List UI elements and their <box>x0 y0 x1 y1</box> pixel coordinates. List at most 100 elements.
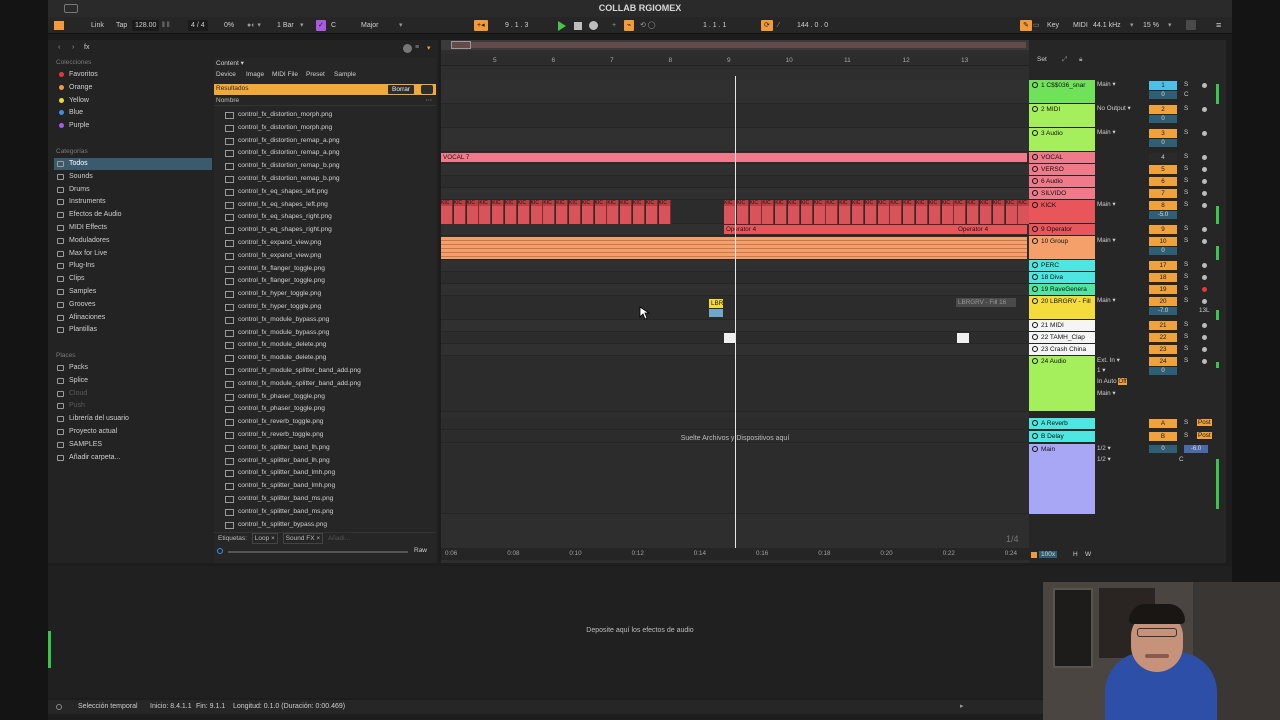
stop-button[interactable] <box>574 20 582 31</box>
kick-clip[interactable]: KIC <box>633 200 645 224</box>
loop-length-field[interactable]: 144 . 0 . 0 <box>797 20 828 31</box>
time-ruler[interactable]: 0:06 0:08 0:10 0:12 0:14 0:16 0:18 0:20 0:22 0:24 <box>441 548 1029 560</box>
link-button[interactable]: Link <box>91 20 104 31</box>
kick-clip[interactable]: KIC <box>864 200 877 224</box>
track-activator-icon[interactable] <box>1032 154 1038 160</box>
solo-button[interactable]: S <box>1184 345 1188 352</box>
track-header-19-ravegenera[interactable]: 19 RaveGenera <box>1029 284 1095 295</box>
filter-tab-image[interactable]: Image <box>246 70 264 80</box>
collection-blue[interactable]: Blue <box>54 107 212 119</box>
group-clip[interactable] <box>441 237 1027 259</box>
category-afinaciones[interactable]: Afinaciones <box>54 312 212 324</box>
browser-toggle-icon[interactable] <box>54 20 64 31</box>
file-item[interactable]: control_fx_hyper_toggle.png <box>225 288 321 301</box>
arm-button[interactable] <box>1202 323 1207 328</box>
track-number[interactable]: 20 <box>1149 297 1177 306</box>
track-activator-icon[interactable] <box>1032 420 1038 426</box>
kick-clip[interactable]: KIC <box>658 200 671 224</box>
arm-button[interactable] <box>1202 155 1207 160</box>
file-item[interactable]: control_fx_splitter_band_ms.png <box>225 493 333 506</box>
kick-clip[interactable]: KIC <box>645 200 658 224</box>
track-number[interactable]: 21 <box>1149 321 1177 330</box>
track-activator-icon[interactable] <box>1032 202 1038 208</box>
metronome-icon[interactable]: ●◐ ▾ <box>247 20 261 31</box>
solo-button[interactable]: S <box>1184 261 1188 268</box>
solo-button[interactable]: S <box>1184 273 1188 280</box>
solo-button[interactable]: S <box>1184 297 1188 304</box>
place-splice[interactable]: Splice <box>54 375 212 387</box>
kick-clip[interactable]: KIC <box>620 200 633 224</box>
file-item[interactable]: control_fx_distortion_remap_b.png <box>225 173 340 186</box>
track-activator-icon[interactable] <box>1032 178 1038 184</box>
return-track-b-delay[interactable]: B Delay <box>1029 431 1095 442</box>
track-routing-select[interactable]: Main ▾ <box>1097 129 1116 136</box>
kick-clip[interactable]: KIC <box>954 200 967 224</box>
track-activator-icon[interactable] <box>1032 106 1038 112</box>
kick-clip[interactable]: KIC <box>556 200 569 224</box>
solo-button[interactable]: S <box>1184 333 1188 340</box>
track-routing-select[interactable]: Main ▾ <box>1097 81 1116 88</box>
arm-button[interactable] <box>1202 83 1207 88</box>
zoom-icon[interactable] <box>1031 552 1037 558</box>
track-routing-select[interactable]: Main ▾ <box>1097 201 1116 208</box>
category-plug-ins[interactable]: Plug-Ins <box>54 260 212 272</box>
kick-clip[interactable]: KIC <box>877 200 890 224</box>
file-item[interactable]: control_fx_expand_view.png <box>225 250 321 263</box>
place-librer-a-del-usuario[interactable]: Librería del usuario <box>54 413 212 425</box>
automation-arm-icon[interactable]: ⌁ <box>624 20 635 31</box>
set-edit-icon[interactable]: ⤢ <box>1062 56 1067 64</box>
track-activator-icon[interactable] <box>1032 346 1038 352</box>
lbrgrv-fill-clip[interactable]: LBRGRV - Fill 16 <box>956 298 1016 307</box>
track-header-verso[interactable]: VERSO <box>1029 164 1095 175</box>
raw-button[interactable]: Raw <box>414 547 427 554</box>
key-select[interactable]: C <box>331 20 336 31</box>
file-item[interactable]: control_fx_eq_shapes_right.png <box>225 211 332 224</box>
filter-tab-preset[interactable]: Preset <box>306 70 325 80</box>
vocal-clip[interactable]: VOCAL 7 <box>441 153 1027 162</box>
category-moduladores[interactable]: Moduladores <box>54 235 212 247</box>
kick-clip[interactable]: KIC <box>441 200 453 224</box>
arm-button[interactable] <box>1202 107 1207 112</box>
track-volume[interactable]: 0 <box>1149 139 1177 147</box>
input-channel-select[interactable]: 1 ▾ <box>1097 367 1105 374</box>
kick-clip[interactable]: KIC <box>788 200 800 224</box>
main-out-select[interactable]: 1/2 ▾ <box>1097 456 1111 463</box>
solo-button[interactable]: S <box>1184 105 1188 112</box>
track-volume[interactable]: 0 <box>1149 91 1177 99</box>
kick-clip[interactable]: KIC <box>453 200 466 224</box>
kick-clip[interactable]: KIC <box>543 200 556 224</box>
punch-icon[interactable]: ⁄ <box>778 20 779 31</box>
kick-clip[interactable]: KIC <box>517 200 530 224</box>
menu-icon[interactable]: ≡ <box>1216 20 1221 31</box>
kick-clip[interactable]: KIC <box>594 200 607 224</box>
session-record-icon[interactable]: ⟲ ◯ <box>640 20 656 31</box>
status-play-icon[interactable]: ▸ <box>960 700 964 714</box>
bar-ruler[interactable]: 5 6 7 8 9 10 11 12 13 <box>441 54 1029 66</box>
track-routing-select[interactable]: Ext. In ▾ <box>1097 357 1120 364</box>
preview-scrubber[interactable] <box>228 551 408 553</box>
midi-map-button[interactable]: MIDI <box>1073 20 1088 31</box>
clap-clip[interactable] <box>957 333 969 343</box>
scale-select[interactable]: Major <box>361 20 379 31</box>
kick-clip[interactable]: KIC <box>852 200 864 224</box>
category-samples[interactable]: Samples <box>54 286 212 298</box>
file-item[interactable]: control_fx_distortion_morph.png <box>225 109 332 122</box>
track-header-perc[interactable]: PERC <box>1029 260 1095 271</box>
file-item[interactable]: control_fx_eq_shapes_left.png <box>225 186 328 199</box>
track-number[interactable]: 19 <box>1149 285 1177 294</box>
kick-clip[interactable]: KIC <box>916 200 928 224</box>
track-activator-icon[interactable] <box>1032 238 1038 244</box>
search-filter-icon[interactable]: ▾ <box>427 44 431 52</box>
solo-button[interactable]: S <box>1184 129 1188 136</box>
file-item[interactable]: control_fx_expand_view.png <box>225 237 321 250</box>
kick-clip[interactable]: KIC <box>749 200 762 224</box>
track-activator-icon[interactable] <box>1032 433 1038 439</box>
arm-button[interactable] <box>1202 179 1207 184</box>
track-header-silvido[interactable]: SILVIDO <box>1029 188 1095 199</box>
column-options-icon[interactable]: ⋯ <box>426 96 433 106</box>
collection-favoritos[interactable]: Favoritos <box>54 69 212 81</box>
solo-button[interactable]: S <box>1184 357 1188 364</box>
monitor-off-button[interactable]: Off <box>1118 378 1127 385</box>
kick-clip[interactable]: KIC <box>530 200 543 224</box>
category-clips[interactable]: Clips <box>54 273 212 285</box>
